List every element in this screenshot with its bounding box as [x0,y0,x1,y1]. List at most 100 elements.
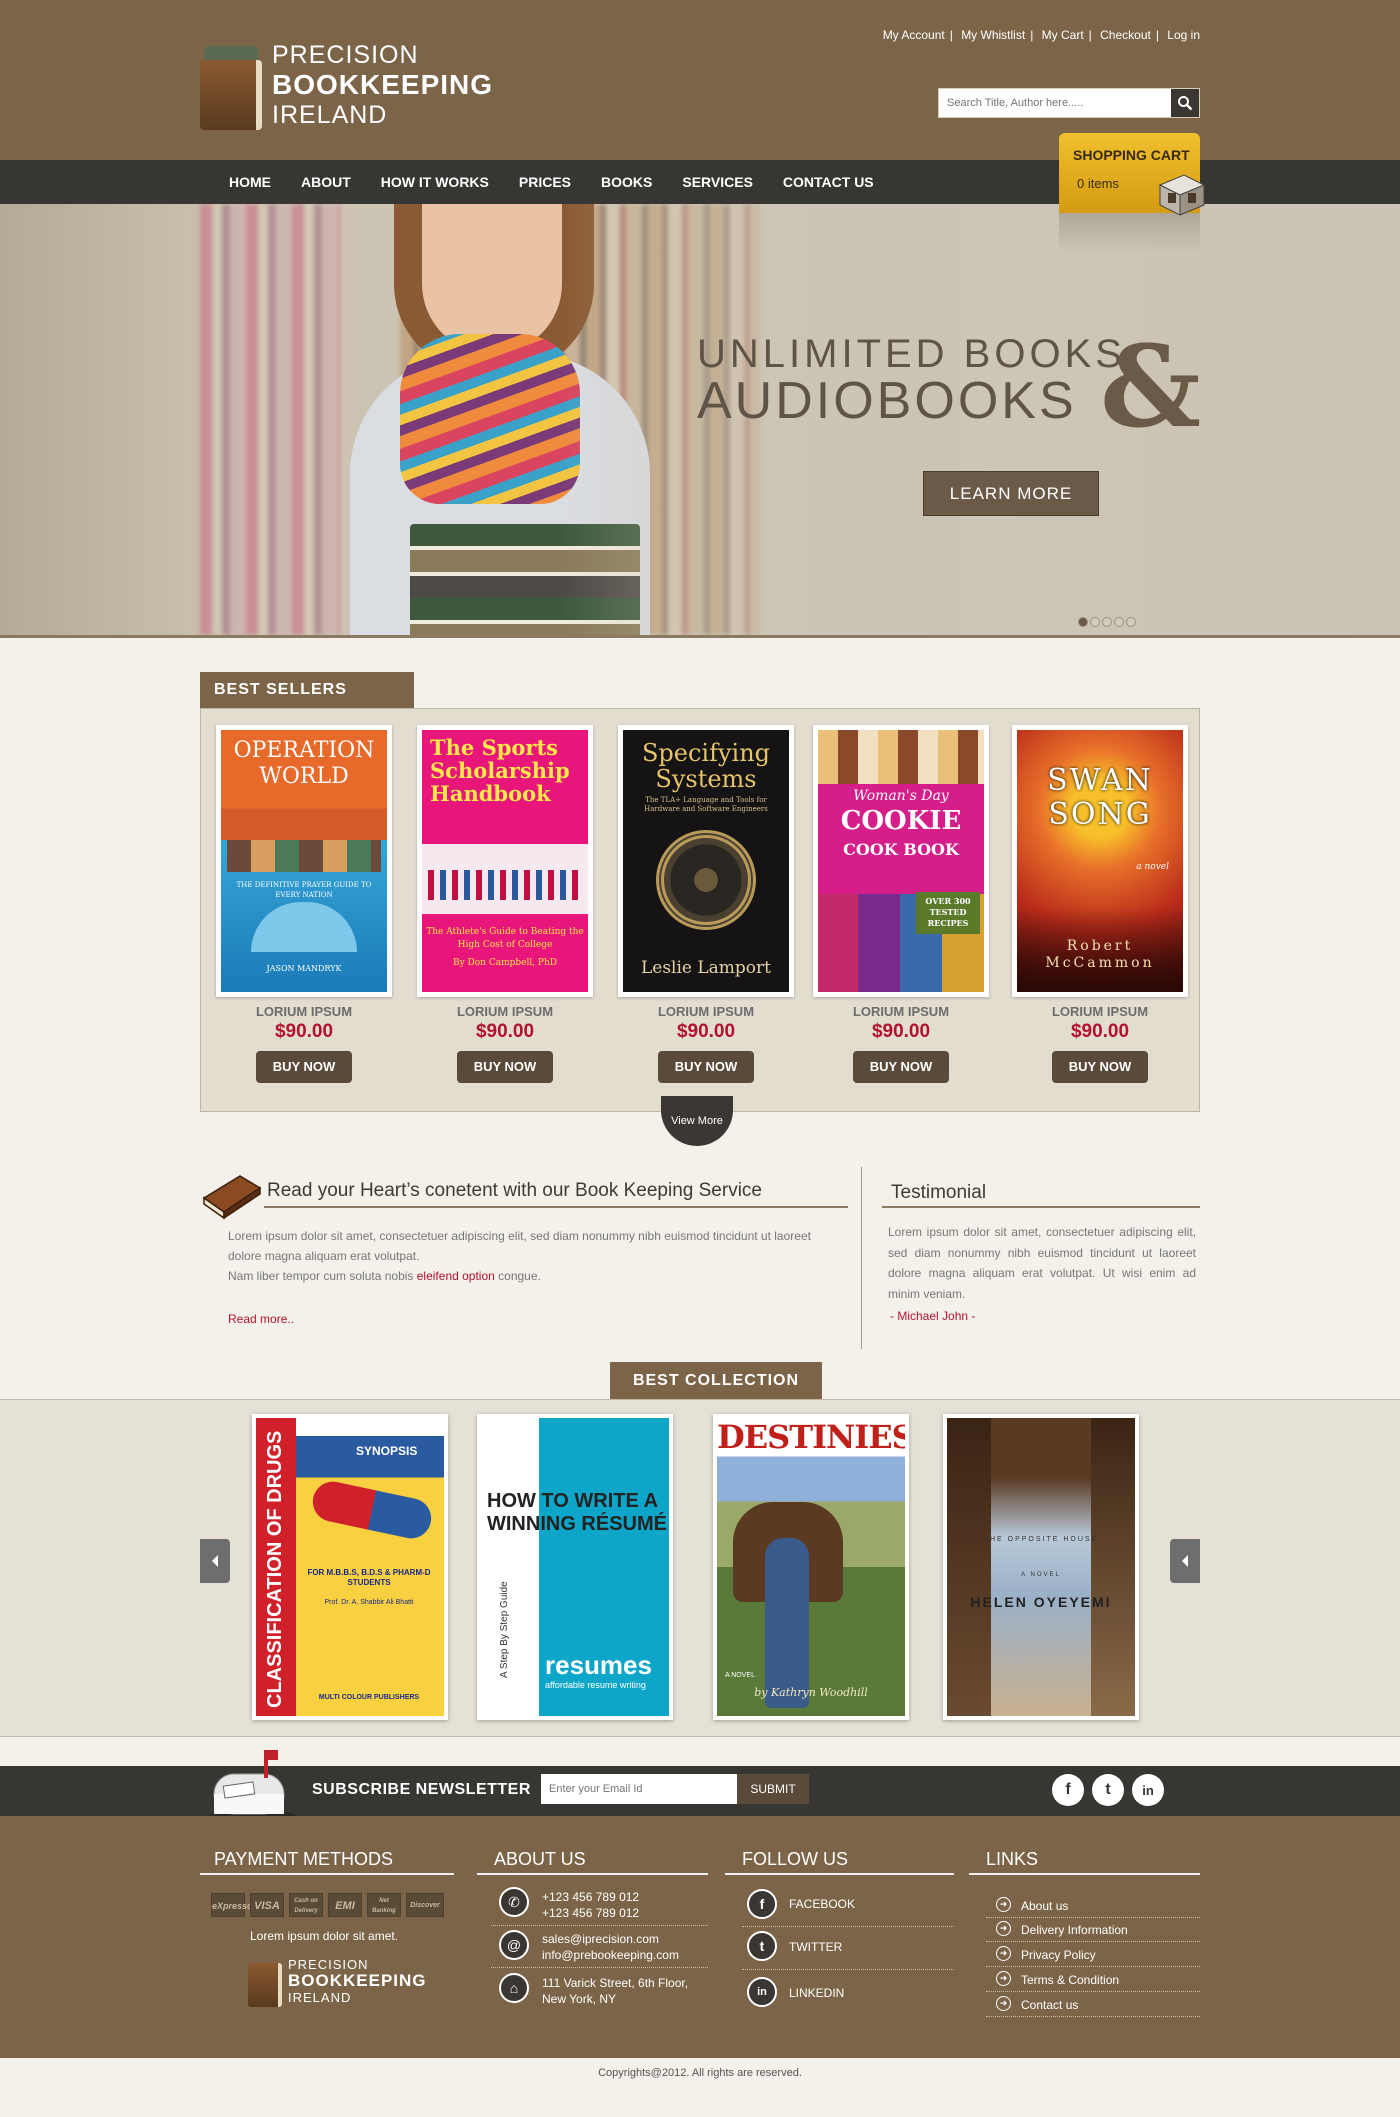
footer-link-privacy[interactable]: Privacy Policy [1021,1948,1096,1962]
product-price: $90.00 [871,1021,931,1042]
logo[interactable]: PRECISION BOOKKEEPING IRELAND [200,40,492,132]
hero-headline-1: UNLIMITED BOOKS [697,332,1126,376]
top-link-checkout[interactable]: Checkout [1100,28,1151,42]
newsletter-submit-button[interactable]: SUBMIT [737,1774,809,1804]
arrow-right-icon: ➜ [996,1921,1011,1936]
nav-home[interactable]: HOME [200,160,286,204]
nav-contact-us[interactable]: CONTACT US [768,160,889,204]
cart-title: SHOPPING CART [1073,147,1190,163]
collection-book-cover[interactable]: HOW TO WRITE A WINNING RÉSUMÉ A Step By … [477,1414,673,1720]
slider-dot[interactable] [1078,617,1088,627]
book-cover[interactable]: The Sports Scholarship Handbook The Athl… [417,725,593,997]
nav-how-it-works[interactable]: HOW IT WORKS [366,160,504,204]
facebook-icon[interactable]: f [1052,1774,1084,1806]
linkedin-icon[interactable]: in [1132,1774,1164,1806]
product-price: $90.00 [274,1021,334,1042]
product-name: LORIUM IPSUM [255,1004,353,1019]
follow-facebook[interactable]: FACEBOOK [789,1897,855,1911]
twitter-icon[interactable]: t [1092,1774,1124,1806]
footer-logo[interactable]: PRECISION BOOKKEEPING IRELAND [248,1957,426,2009]
linkedin-icon[interactable]: in [747,1977,777,2007]
carousel-prev-button[interactable] [200,1539,230,1583]
book-cover[interactable]: SWAN SONG a novel Robert McCammon [1012,725,1188,997]
cod-icon: Cash on Delivery [289,1893,323,1917]
phone-1: +123 456 789 012 [542,1890,640,1904]
nav-services[interactable]: SERVICES [667,160,768,204]
footer-logo-book-icon [248,1963,282,2007]
nav-prices[interactable]: PRICES [504,160,586,204]
slider-dot[interactable] [1090,617,1100,627]
carousel-next-button[interactable] [1170,1539,1200,1583]
twitter-icon[interactable]: t [747,1931,777,1961]
search-button[interactable] [1169,89,1199,117]
view-more-button[interactable]: View More [661,1096,733,1146]
top-link-my-cart[interactable]: My Cart [1042,28,1084,42]
testimonial-text: Lorem ipsum dolor sit amet, consectetuer… [888,1225,1196,1301]
slider-dot[interactable] [1126,617,1136,627]
location-icon: ⌂ [499,1973,529,2003]
testimonial-title: Testimonial [891,1182,987,1203]
best-collection-carousel: CLASSIFICATION OF DRUGS SYNOPSIS FOR M.B… [0,1399,1400,1737]
collection-book-cover[interactable]: DESTINIES A NOVEL by Kathryn Woodhill [713,1414,909,1720]
buy-now-button[interactable]: BUY NOW [1052,1051,1148,1083]
book-cover[interactable]: Specifying Systems The TLA+ Language and… [618,725,794,997]
book-icon [202,1175,262,1220]
product-name: LORIUM IPSUM [657,1004,755,1019]
links-title: LINKS [986,1849,1039,1869]
copyright: Copyrights@2012. All rights are reserved… [0,2058,1400,2117]
address-line-1: 111 Varick Street, 6th Floor, [542,1976,689,1990]
product-price: $90.00 [1070,1021,1130,1042]
nav-about[interactable]: ABOUT [286,160,366,204]
product-card: Woman's Day COOKIE COOK BOOK OVER 300 TE… [813,725,989,1083]
footer-link-delivery[interactable]: Delivery Information [1021,1923,1128,1937]
read-more-link[interactable]: Read more.. [228,1312,294,1326]
follow-linkedin[interactable]: LINKEDIN [789,1986,844,2000]
buy-now-button[interactable]: BUY NOW [853,1051,949,1083]
product-card: OPERATION WORLD THE DEFINITIVE PRAYER GU… [216,725,392,1083]
slider-dot[interactable] [1114,617,1124,627]
slider-dot[interactable] [1102,617,1112,627]
about-us-title: ABOUT US [494,1849,586,1869]
logo-book-icon [200,46,262,130]
buy-now-button[interactable]: BUY NOW [256,1051,352,1083]
top-link-my-account[interactable]: My Account [883,28,945,42]
logo-line1: PRECISION [272,41,419,69]
buy-now-button[interactable]: BUY NOW [658,1051,754,1083]
eleifend-option-link[interactable]: eleifend option [417,1269,495,1283]
visa-card-icon: VISA [250,1893,284,1917]
cart-count: 0 items [1077,176,1119,191]
shopping-cart[interactable]: SHOPPING CART 0 items [1059,133,1206,216]
top-link-login[interactable]: Log in [1167,28,1200,42]
phone-2: +123 456 789 012 [542,1906,640,1920]
book-cover[interactable]: OPERATION WORLD THE DEFINITIVE PRAYER GU… [216,725,392,997]
buy-now-button[interactable]: BUY NOW [457,1051,553,1083]
logo-line3: IRELAND [272,101,388,129]
best-sellers-panel: OPERATION WORLD THE DEFINITIVE PRAYER GU… [200,708,1200,1112]
payment-methods-title: PAYMENT METHODS [214,1849,394,1869]
facebook-icon[interactable]: f [747,1889,777,1919]
hero-headline-2: AUDIOBOOKS [697,372,1077,430]
mailbox-icon [208,1750,296,1822]
newsletter-email-input[interactable] [541,1774,737,1804]
payment-text: Lorem ipsum dolor sit amet. [250,1929,399,1943]
top-link-my-wishlist[interactable]: My Whistlist [961,28,1025,42]
chevron-right-icon [1182,1555,1188,1567]
email-1[interactable]: sales@iprecision.com [542,1931,679,1947]
nav-books[interactable]: BOOKS [586,160,667,204]
email-2[interactable]: info@prebookeeping.com [542,1947,679,1963]
learn-more-button[interactable]: LEARN MORE [923,471,1099,516]
phone-icon: ✆ [499,1887,529,1917]
footer-link-terms[interactable]: Terms & Condition [1021,1973,1119,1987]
collection-book-cover[interactable]: THE OPPOSITE HOUSE A NOVEL HELEN OYEYEMI [943,1414,1139,1720]
follow-twitter[interactable]: TWITTER [789,1940,842,1954]
product-card: SWAN SONG a novel Robert McCammon LORIUM… [1012,725,1188,1083]
arrow-right-icon: ➜ [996,1946,1011,1961]
payment-card-icon: eXpresso [211,1893,253,1917]
product-name: LORIUM IPSUM [852,1004,950,1019]
footer-link-about[interactable]: About us [1021,1899,1068,1913]
search-input[interactable] [939,89,1170,117]
collection-book-cover[interactable]: CLASSIFICATION OF DRUGS SYNOPSIS FOR M.B… [252,1414,448,1720]
book-cover[interactable]: Woman's Day COOKIE COOK BOOK OVER 300 TE… [813,725,989,997]
product-card: The Sports Scholarship Handbook The Athl… [417,725,593,1083]
footer-link-contact[interactable]: Contact us [1021,1998,1078,2012]
